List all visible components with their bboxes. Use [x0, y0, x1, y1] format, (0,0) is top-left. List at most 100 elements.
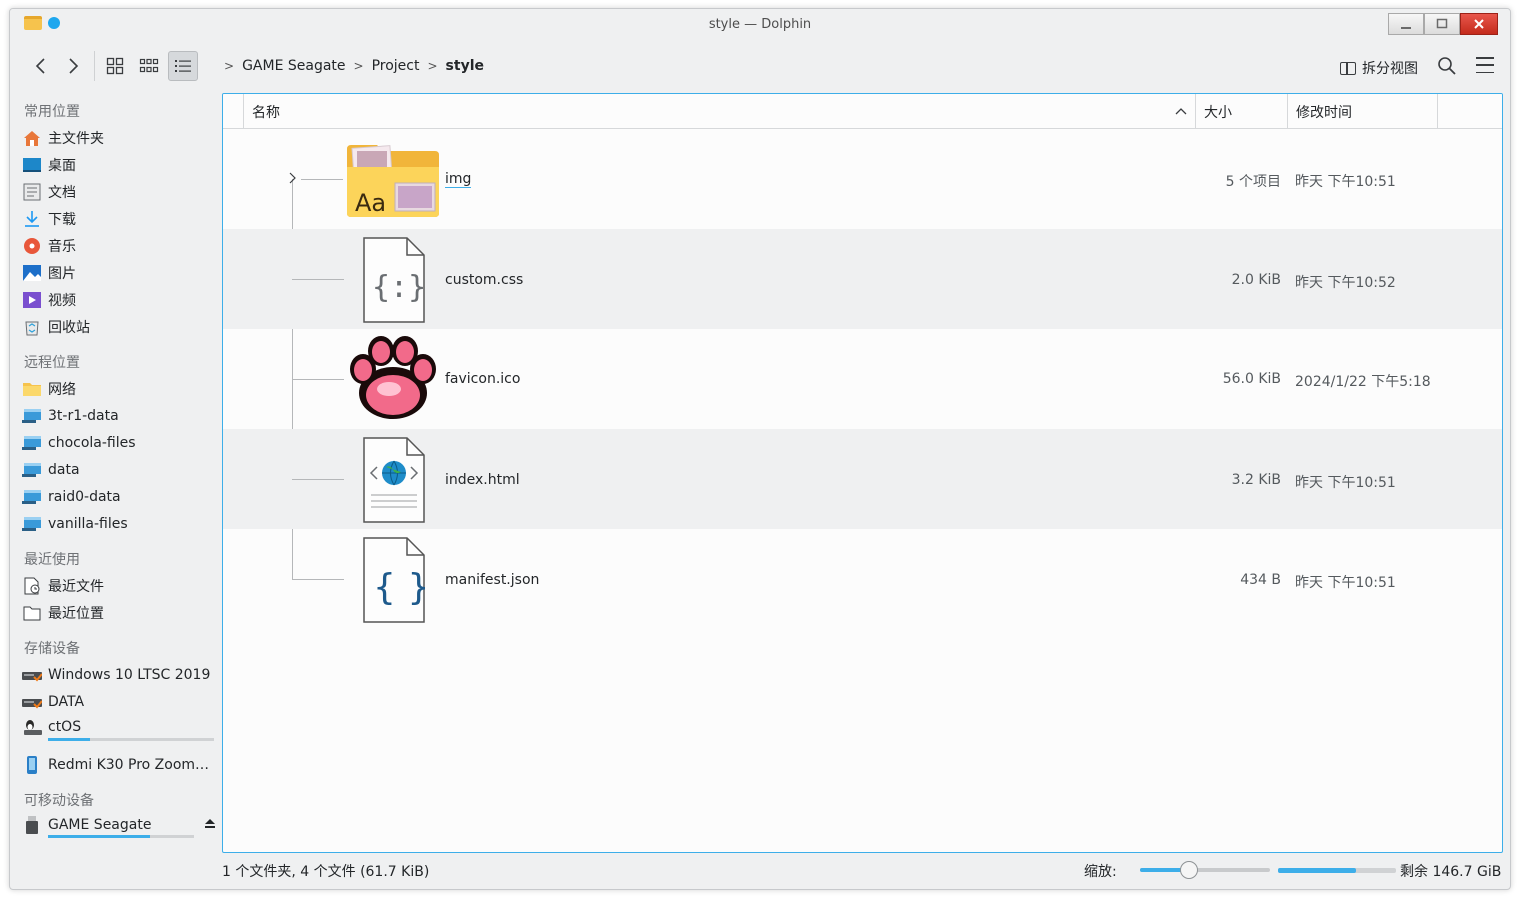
json-file-icon: { } [363, 537, 430, 627]
sidebar-item-label: chocola-files [48, 435, 136, 451]
sidebar-item-network[interactable]: 网络 [22, 376, 218, 402]
sidebar-item-recent-files[interactable]: 最近文件 [22, 573, 218, 599]
network-drive-icon [22, 407, 42, 425]
sidebar-item-trash[interactable]: 回收站 [22, 314, 218, 340]
sidebar-item-raid0-data[interactable]: raid0-data [22, 484, 218, 510]
section-title-removable[interactable]: 可移动设备 [24, 790, 94, 810]
sidebar-item-label: 最近文件 [48, 579, 104, 595]
column-header-name[interactable]: 名称 [243, 94, 1195, 129]
toolbar: > GAME Seagate > Project > style 拆分视图 [10, 45, 1510, 89]
sidebar-item-3t-r1-data[interactable]: 3t-r1-data [22, 403, 218, 429]
breadcrumb-item-style[interactable]: style [446, 58, 484, 74]
sidebar-item-music[interactable]: 音乐 [22, 233, 218, 259]
sidebar-item-ctos[interactable]: ctOS [22, 714, 218, 740]
file-size: 5 个项目 [1225, 174, 1281, 190]
tree-line [292, 479, 344, 480]
back-button[interactable] [26, 51, 56, 81]
file-name[interactable]: index.html [445, 472, 520, 488]
menu-line [1476, 64, 1494, 66]
table-row[interactable]: { } manifest.json 434 B 昨天 下午10:51 [223, 529, 1502, 629]
split-view-button[interactable]: 拆分视图 [1340, 58, 1418, 78]
breadcrumb-chevron-icon[interactable]: > [224, 59, 234, 73]
file-name[interactable]: favicon.ico [445, 371, 520, 387]
details-view-button[interactable] [168, 51, 198, 81]
sidebar-item-redmi-phone[interactable]: Redmi K30 Pro Zoom… [22, 752, 218, 778]
file-name[interactable]: img [445, 171, 472, 188]
sidebar-item-recent-locations[interactable]: 最近位置 [22, 600, 218, 626]
file-name[interactable]: custom.css [445, 272, 523, 288]
section-title-places[interactable]: 常用位置 [24, 101, 80, 121]
sidebar-item-chocola-files[interactable]: chocola-files [22, 430, 218, 456]
table-row[interactable]: index.html 3.2 KiB 昨天 下午10:51 [223, 429, 1502, 529]
split-view-icon [1340, 61, 1356, 75]
search-button[interactable] [1436, 55, 1458, 77]
ctos-usage-fill [48, 738, 90, 741]
sidebar-item-label: DATA [48, 694, 85, 710]
table-row[interactable]: {:} custom.css 2.0 KiB 昨天 下午10:52 [223, 229, 1502, 329]
split-view-label: 拆分视图 [1362, 61, 1418, 77]
file-size: 3.2 KiB [1231, 472, 1281, 488]
column-header-modified[interactable]: 修改时间 [1287, 94, 1437, 129]
status-bar: 1 个文件夹, 4 个文件 (61.7 KiB) 缩放: 剩余 146.7 Gi… [10, 857, 1510, 885]
file-size: 2.0 KiB [1231, 272, 1281, 288]
sidebar-item-windows-10[interactable]: Windows 10 LTSC 2019 [22, 662, 218, 688]
zoom-slider-handle[interactable] [1180, 861, 1199, 879]
breadcrumb-item-game-seagate[interactable]: GAME Seagate [242, 58, 345, 74]
file-name[interactable]: manifest.json [445, 572, 539, 588]
hard-drive-icon [22, 693, 42, 711]
network-drive-icon [22, 434, 42, 452]
close-button[interactable] [1460, 13, 1498, 35]
section-title-remote[interactable]: 远程位置 [24, 352, 80, 372]
sidebar-item-pictures[interactable]: 图片 [22, 260, 218, 286]
sidebar-item-label: 视频 [48, 293, 76, 309]
table-row[interactable]: favicon.ico 56.0 KiB 2024/1/22 下午5:18 [223, 329, 1502, 429]
sort-ascending-icon [1175, 104, 1187, 120]
sidebar-item-label: Windows 10 LTSC 2019 [48, 667, 211, 683]
sidebar-item-videos[interactable]: 视频 [22, 287, 218, 313]
table-row[interactable]: Aa img 5 个项目 昨天 下午10:51 [223, 129, 1502, 229]
minimize-button[interactable] [1388, 13, 1424, 35]
breadcrumb-chevron-icon[interactable]: > [427, 59, 437, 73]
free-space-label: 剩余 146.7 GiB [1400, 864, 1502, 880]
title-bar[interactable]: style — Dolphin [10, 9, 1510, 41]
sidebar-item-label: 桌面 [48, 158, 76, 174]
dolphin-window: style — Dolphin > GAME Seagate > Project… [9, 8, 1511, 890]
icons-view-button[interactable] [100, 51, 130, 81]
sidebar-item-documents[interactable]: 文档 [22, 179, 218, 205]
game-seagate-usage-bar [48, 835, 194, 838]
maximize-button[interactable] [1424, 13, 1460, 35]
zoom-label: 缩放: [1084, 864, 1117, 880]
file-size: 56.0 KiB [1222, 371, 1281, 387]
paw-icon [347, 335, 439, 427]
column-header-size[interactable]: 大小 [1195, 94, 1287, 129]
expand-chevron-icon[interactable] [287, 171, 297, 189]
sidebar-item-downloads[interactable]: 下载 [22, 206, 218, 232]
breadcrumb-item-project[interactable]: Project [372, 58, 420, 74]
music-icon [22, 237, 42, 255]
sidebar-item-desktop[interactable]: 桌面 [22, 152, 218, 178]
sidebar-item-vanilla-files[interactable]: vanilla-files [22, 511, 218, 537]
minimize-icon [1401, 27, 1411, 29]
sidebar-item-label: data [48, 462, 80, 478]
css-file-icon: {:} [363, 237, 426, 327]
breadcrumb-chevron-icon[interactable]: > [354, 59, 364, 73]
sidebar-item-home[interactable]: 主文件夹 [22, 125, 218, 151]
forward-button[interactable] [58, 51, 88, 81]
sidebar-item-data-drive[interactable]: DATA [22, 689, 218, 715]
file-view[interactable]: 名称 大小 修改时间 Aa img 5 个项目 昨天 下午10:51 {:} c… [222, 93, 1503, 853]
eject-icon[interactable] [204, 817, 216, 833]
column-header: 名称 大小 修改时间 [223, 94, 1502, 129]
compact-view-button[interactable] [134, 51, 164, 81]
hamburger-menu-button[interactable] [1476, 57, 1494, 73]
section-title-recent[interactable]: 最近使用 [24, 549, 80, 569]
zoom-slider[interactable] [1140, 861, 1270, 879]
window-controls [1388, 13, 1498, 35]
sidebar-item-label: vanilla-files [48, 516, 128, 532]
section-title-devices[interactable]: 存储设备 [24, 638, 80, 658]
sidebar-item-data[interactable]: data [22, 457, 218, 483]
search-icon [1438, 57, 1456, 75]
hard-drive-icon [22, 666, 42, 684]
sidebar-item-label: 图片 [48, 266, 76, 282]
back-arrow-icon [35, 58, 45, 74]
free-space-bar[interactable] [1278, 868, 1396, 873]
